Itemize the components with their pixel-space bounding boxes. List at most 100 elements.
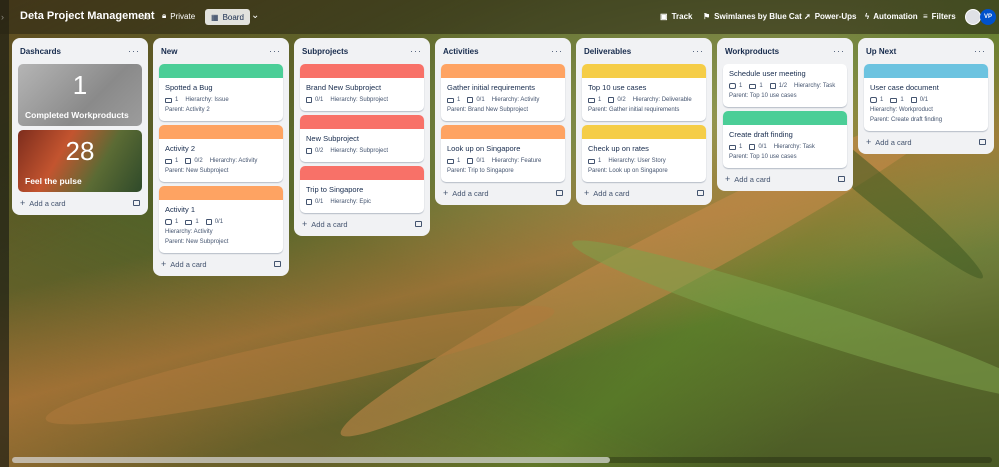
card-title: Activity 2: [165, 144, 196, 153]
card[interactable]: Gather initial requirements 1 0/1 Hierar…: [441, 64, 565, 121]
chevron-down-icon[interactable]: ⌄: [251, 10, 259, 21]
add-card-button[interactable]: + Add a card: [723, 168, 847, 185]
parent-label: Parent: Look up on Singapore: [588, 168, 668, 174]
list-title[interactable]: Workproducts: [725, 47, 779, 56]
more-icon[interactable]: ···: [833, 46, 845, 56]
more-icon[interactable]: ···: [269, 46, 281, 56]
attachment-icon: [447, 158, 454, 164]
checklist-count: 0/2: [617, 97, 626, 103]
rocket-icon: ➚: [804, 12, 811, 21]
comment-count: 1: [175, 219, 179, 225]
swimlanes-button[interactable]: ⚑ Swimlanes by Blue Cat: [703, 12, 802, 21]
card[interactable]: Look up on Singapore 1 0/1 Hierarchy: Fe…: [441, 125, 565, 182]
hierarchy-label: Hierarchy: Deliverable: [632, 97, 692, 103]
card-title: Brand New Subproject: [306, 83, 382, 92]
sidebar-collapsed[interactable]: ›: [0, 0, 9, 467]
powerups-button[interactable]: ➚ Power-Ups: [804, 12, 857, 21]
more-icon[interactable]: ···: [974, 46, 986, 56]
dashcard[interactable]: 28 Feel the pulse: [18, 130, 142, 192]
add-card-button[interactable]: + Add a card: [864, 131, 988, 148]
board-title[interactable]: Deta Project Management: [20, 10, 154, 22]
card[interactable]: Activity 2 1 0/2 Hierarchy: Activity Par…: [159, 125, 283, 182]
list-title[interactable]: Deliverables: [584, 47, 631, 56]
card-title: Gather initial requirements: [447, 83, 535, 92]
add-card-button[interactable]: + Add a card: [159, 253, 283, 270]
hierarchy-label: Hierarchy: Epic: [330, 199, 372, 205]
board-view-button[interactable]: ▦ Board: [205, 9, 250, 25]
filters-label: Filters: [931, 12, 956, 21]
card-title: User case document: [870, 83, 939, 92]
add-card-label: Add a card: [170, 260, 207, 269]
card-title: Trip to Singapore: [306, 185, 364, 194]
add-card-button[interactable]: + Add a card: [18, 192, 142, 209]
track-button[interactable]: ▣ Track: [660, 12, 692, 21]
card[interactable]: Check up on rates 1 Hierarchy: User Stor…: [582, 125, 706, 182]
list-title[interactable]: Subprojects: [302, 47, 348, 56]
dashcard[interactable]: 1 Completed Workproducts: [18, 64, 142, 126]
template-icon[interactable]: [979, 139, 986, 145]
template-icon[interactable]: [133, 200, 140, 206]
filters-button[interactable]: ≡ Filters: [923, 12, 956, 21]
list-workproducts[interactable]: Workproducts ··· Schedule user meeting 1…: [717, 38, 853, 191]
attachment-icon: [749, 83, 757, 89]
list-up-next[interactable]: Up Next ··· User case document 1 1 0/1 H…: [858, 38, 994, 154]
automation-button[interactable]: ϟ Automation: [865, 12, 918, 21]
list-title[interactable]: Dashcards: [20, 47, 61, 56]
attachment-icon: [729, 144, 736, 150]
card-title: Create draft finding: [729, 130, 793, 139]
add-card-button[interactable]: + Add a card: [582, 182, 706, 199]
avatar[interactable]: [965, 9, 981, 25]
list-title[interactable]: Up Next: [866, 47, 896, 56]
more-icon[interactable]: ···: [410, 46, 422, 56]
card-cover: [441, 125, 565, 139]
card-cover: [441, 64, 565, 78]
checklist-badge: 0/1: [749, 144, 767, 150]
attachment-badge: 1: [729, 144, 742, 150]
card[interactable]: Create draft finding 1 0/1 Hierarchy: Ta…: [723, 111, 847, 168]
attachment-badge: 1: [749, 83, 763, 89]
list-title[interactable]: New: [161, 47, 177, 56]
list-deliverables[interactable]: Deliverables ··· Top 10 use cases 1 0/2 …: [576, 38, 712, 205]
card-cover: [723, 111, 847, 125]
add-card-button[interactable]: + Add a card: [300, 213, 424, 230]
more-icon[interactable]: ···: [692, 46, 704, 56]
list-title[interactable]: Activities: [443, 47, 479, 56]
more-icon[interactable]: ···: [128, 46, 140, 56]
card[interactable]: Spotted a Bug 1 Hierarchy: Issue Parent:…: [159, 64, 283, 121]
checklist-badge: 0/1: [306, 199, 323, 205]
list-new[interactable]: New ··· Spotted a Bug 1 Hierarchy: Issue…: [153, 38, 289, 276]
template-icon[interactable]: [556, 190, 563, 196]
board-icon: ▦: [211, 12, 219, 22]
add-card-button[interactable]: + Add a card: [441, 182, 565, 199]
visibility-button[interactable]: 🔒︎ Private: [162, 11, 195, 21]
card[interactable]: Brand New Subproject 0/1 Hierarchy: Subp…: [300, 64, 424, 111]
template-icon[interactable]: [415, 221, 422, 227]
card[interactable]: Top 10 use cases 1 0/2 Hierarchy: Delive…: [582, 64, 706, 121]
star-icon[interactable]: ☆: [141, 10, 151, 23]
template-icon[interactable]: [697, 190, 704, 196]
add-card-label: Add a card: [452, 189, 489, 198]
list-dashcards[interactable]: Dashcards ··· 1 Completed Workproducts 2…: [12, 38, 148, 215]
card[interactable]: New Subproject 0/2 Hierarchy: Subproject: [300, 115, 424, 162]
checklist-icon: [185, 158, 192, 164]
dashcard-value: 28: [65, 136, 95, 166]
attachment-icon: [588, 158, 595, 164]
card-cover: [159, 125, 283, 139]
checklist-badge: 0/1: [467, 97, 485, 103]
attachment-badge: 1: [185, 219, 199, 225]
swimlanes-label: Swimlanes by Blue Cat: [714, 12, 802, 21]
board-header: Deta Project Management ☆ 🔒︎ Private ▦ B…: [0, 0, 999, 34]
avatar-initials[interactable]: VP: [980, 9, 996, 25]
template-icon[interactable]: [838, 176, 845, 182]
card[interactable]: Trip to Singapore 0/1 Hierarchy: Epic: [300, 166, 424, 213]
horizontal-scrollbar-thumb[interactable]: [12, 457, 610, 463]
more-icon[interactable]: ···: [551, 46, 563, 56]
template-icon[interactable]: [274, 261, 281, 267]
card[interactable]: Activity 1 1 1 0/1 Hierarchy: Activity P…: [159, 186, 283, 253]
checklist-icon: [608, 97, 615, 103]
card[interactable]: Schedule user meeting 1 1 1/2 Hierarchy:…: [723, 64, 847, 107]
card[interactable]: User case document 1 1 0/1 Hierarchy: Wo…: [864, 64, 988, 131]
list-subprojects[interactable]: Subprojects ··· Brand New Subproject 0/1…: [294, 38, 430, 236]
list-activities[interactable]: Activities ··· Gather initial requiremen…: [435, 38, 571, 205]
automation-label: Automation: [873, 12, 918, 21]
